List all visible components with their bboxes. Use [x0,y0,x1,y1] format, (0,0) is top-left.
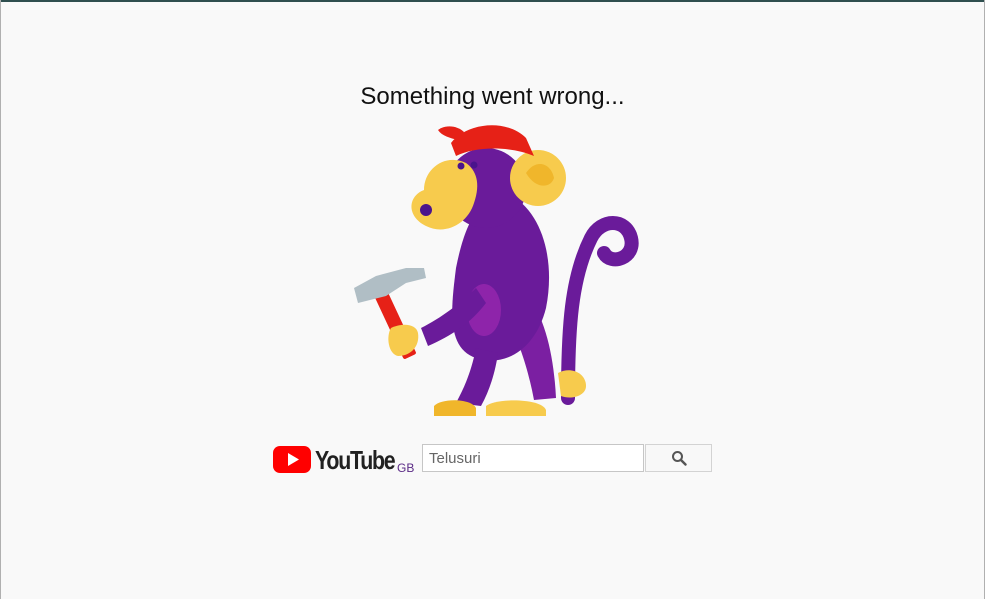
search-input[interactable] [422,444,644,472]
search-button[interactable] [645,444,712,472]
search-icon [671,451,687,466]
youtube-logo[interactable]: YouTube GB [273,444,418,476]
window-top-border [0,0,985,2]
country-code: GB [397,461,415,475]
monkey-illustration [354,125,639,416]
youtube-wordmark: YouTube [315,445,396,475]
youtube-play-icon [273,446,311,473]
error-title: Something went wrong... [360,83,625,110]
